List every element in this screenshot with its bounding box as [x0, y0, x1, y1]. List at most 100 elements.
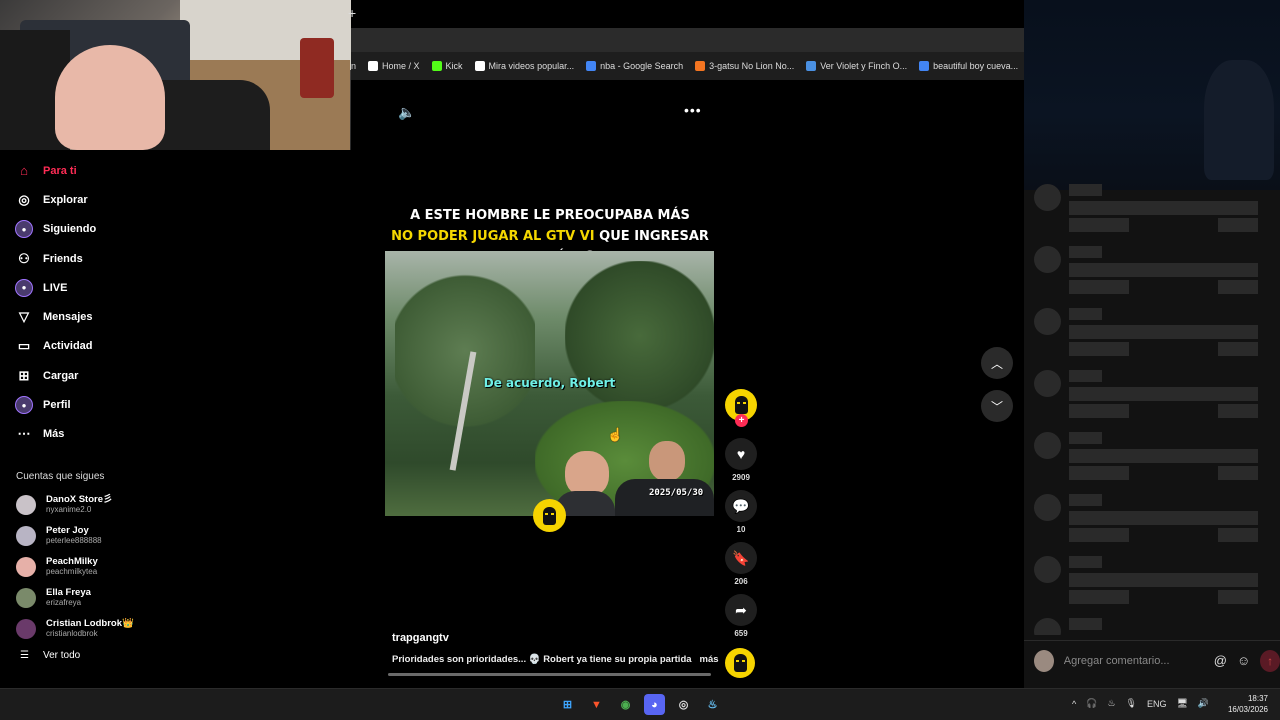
new-tab-button[interactable]: + [348, 5, 356, 21]
nav-item-label: LIVE [43, 281, 68, 294]
bookmark-item[interactable]: n [351, 61, 356, 71]
account-name: Ella Freya [46, 587, 91, 598]
nav-item-más[interactable]: ⋯ Más [0, 420, 150, 449]
comment-skeleton [1034, 556, 1260, 618]
video-progress-bar[interactable] [388, 673, 711, 676]
nav-item-para-ti[interactable]: ⌂ Para ti [0, 156, 150, 185]
nav-item-live[interactable]: ● LIVE [0, 273, 150, 302]
comment-skeleton [1034, 618, 1260, 635]
google-icon [919, 61, 930, 71]
comment-input[interactable] [1063, 647, 1204, 674]
speaker-icon[interactable]: 🔊 [1198, 698, 1209, 709]
comment-skeleton [1034, 494, 1260, 556]
headset-icon[interactable]: 🎧 [1086, 698, 1097, 709]
clock-time: 18:37 [1247, 694, 1268, 703]
account-handle: cristianlodbrok [46, 629, 98, 638]
obs-icon[interactable]: ◎ [673, 694, 694, 715]
see-all-link[interactable]: ☰ Ver todo [20, 650, 80, 661]
comment-button[interactable]: 💬 [725, 490, 757, 522]
share-count: 659 [734, 629, 748, 638]
nav-item-cargar[interactable]: ⊞ Cargar [0, 361, 150, 390]
followed-account[interactable]: Peter Joy peterlee888888 [16, 520, 156, 551]
bookmark-item[interactable]: nba - Google Search [586, 61, 683, 71]
comment-count: 10 [736, 525, 746, 534]
bookmark-label: beautiful boy cueva... [933, 61, 1019, 71]
chrome-icon[interactable]: ◉ [615, 694, 636, 715]
bookmark-label: Ver Violet y Finch O... [820, 61, 908, 71]
compass-icon: ◎ [18, 191, 30, 207]
nav-item-explorar[interactable]: ◎ Explorar [0, 185, 150, 214]
tray-chevron-icon[interactable]: ^ [1072, 699, 1076, 709]
caption-line-1: A ESTE HOMBRE LE PREOCUPABA MÁS [410, 208, 690, 223]
comment-skeleton [1034, 184, 1260, 246]
followed-account[interactable]: DanoX Store彡 nyxanime2.0 [16, 489, 156, 520]
sound-disc[interactable] [725, 648, 755, 678]
more-link[interactable]: más [700, 654, 719, 665]
tiktok-icon [474, 61, 485, 71]
avatar [16, 618, 36, 639]
windows-start-icon[interactable]: ⊞ [557, 694, 578, 715]
crunchyroll-icon [695, 61, 706, 71]
volume-icon[interactable]: 🔈 [398, 104, 415, 121]
nav-item-friends[interactable]: ⚇ Friends [0, 244, 150, 273]
follow-plus-button[interactable]: + [735, 414, 748, 427]
mention-icon[interactable]: @ [1214, 653, 1227, 668]
emoji-icon[interactable]: ☺ [1237, 653, 1250, 668]
discord-icon[interactable]: ◕ [644, 694, 665, 715]
bookmark-item[interactable]: Mira videos popular... [474, 61, 574, 71]
kick-icon [431, 61, 442, 71]
comment-skeleton [1034, 370, 1260, 432]
screen: + n Home / X Kick Mira videos popular... nba… [0, 0, 1280, 720]
bookmark-item[interactable]: 3-gatsu No Lion No... [695, 61, 794, 71]
avatar [16, 525, 36, 546]
followed-account[interactable]: Cristian Lodbrok👑 cristianlodbrok [16, 613, 156, 644]
bookmark-item[interactable]: Home / X [368, 61, 420, 71]
nav-item-siguiendo[interactable]: ● Siguiendo [0, 215, 150, 244]
nav-item-label: Perfil [43, 399, 71, 412]
save-count: 206 [734, 577, 748, 586]
nav-item-actividad[interactable]: ▭ Actividad [0, 332, 150, 361]
account-name: DanoX Store彡 [46, 494, 113, 505]
comment-skeleton [1034, 308, 1260, 370]
microphone-icon[interactable]: 🎙 [1126, 698, 1137, 709]
steam-tray-icon[interactable]: ♨ [1107, 698, 1115, 709]
nav-item-mensajes[interactable]: ▽ Mensajes [0, 302, 150, 331]
send-comment-button[interactable]: ↑ [1260, 649, 1280, 672]
nav-item-label: Mensajes [43, 311, 93, 324]
avatar [16, 494, 36, 515]
bookmark-icon: 🔖 [732, 549, 750, 566]
bookmark-label: 3-gatsu No Lion No... [709, 61, 795, 71]
comment-skeleton [1034, 246, 1260, 308]
bookmark-item[interactable]: Ver Violet y Finch O... [806, 61, 907, 71]
bookmark-item[interactable]: beautiful boy cueva... [919, 61, 1018, 71]
clock[interactable]: 18:37 16/03/2026 [1222, 693, 1268, 715]
secondary-webcam [1024, 0, 1280, 190]
share-button[interactable]: ➦ [725, 594, 757, 626]
more-options-icon[interactable]: ••• [684, 102, 702, 118]
nav-item-perfil[interactable]: ● Perfil [0, 390, 150, 419]
followed-account[interactable]: PeachMilky peachmilkytea [16, 551, 156, 582]
creator-avatar[interactable]: + [725, 389, 757, 427]
like-button[interactable]: ♥ [725, 438, 757, 470]
language-indicator[interactable]: ENG [1147, 699, 1167, 709]
followed-account[interactable]: Ella Freya erizafreya [16, 582, 156, 613]
save-button[interactable]: 🔖 [725, 542, 757, 574]
video-player[interactable]: De acuerdo, Robert 2025/05/30 [385, 251, 714, 516]
next-video-button[interactable]: ﹀ [981, 390, 1013, 422]
nav-item-label: Actividad [43, 340, 93, 353]
caption-highlight: NO PODER JUGAR AL GTV VI [391, 229, 595, 244]
steam-icon[interactable]: ♨ [702, 694, 723, 715]
author-name[interactable]: trapgangtv [392, 632, 712, 644]
activity-icon: ▭ [17, 338, 31, 354]
brave-icon[interactable]: ▼ [586, 694, 607, 715]
arrow-up-icon: ↑ [1267, 653, 1274, 668]
bookmark-item[interactable]: Kick [431, 61, 463, 71]
account-handle: peachmilkytea [46, 567, 98, 576]
more-icon: ⋯ [17, 426, 31, 442]
tab-bar [351, 28, 1026, 52]
windows-taskbar: ⊞ ▼ ◉ ◕ ◎ ♨ ^ 🎧 ♨ 🎙 ENG 🖥 🔊 18:37 16/03/2026 [0, 688, 1280, 720]
heart-icon: ♥ [736, 446, 746, 462]
network-icon[interactable]: 🖥 [1176, 698, 1187, 709]
list-icon: ☰ [20, 650, 29, 661]
previous-video-button[interactable]: ︿ [981, 347, 1013, 379]
